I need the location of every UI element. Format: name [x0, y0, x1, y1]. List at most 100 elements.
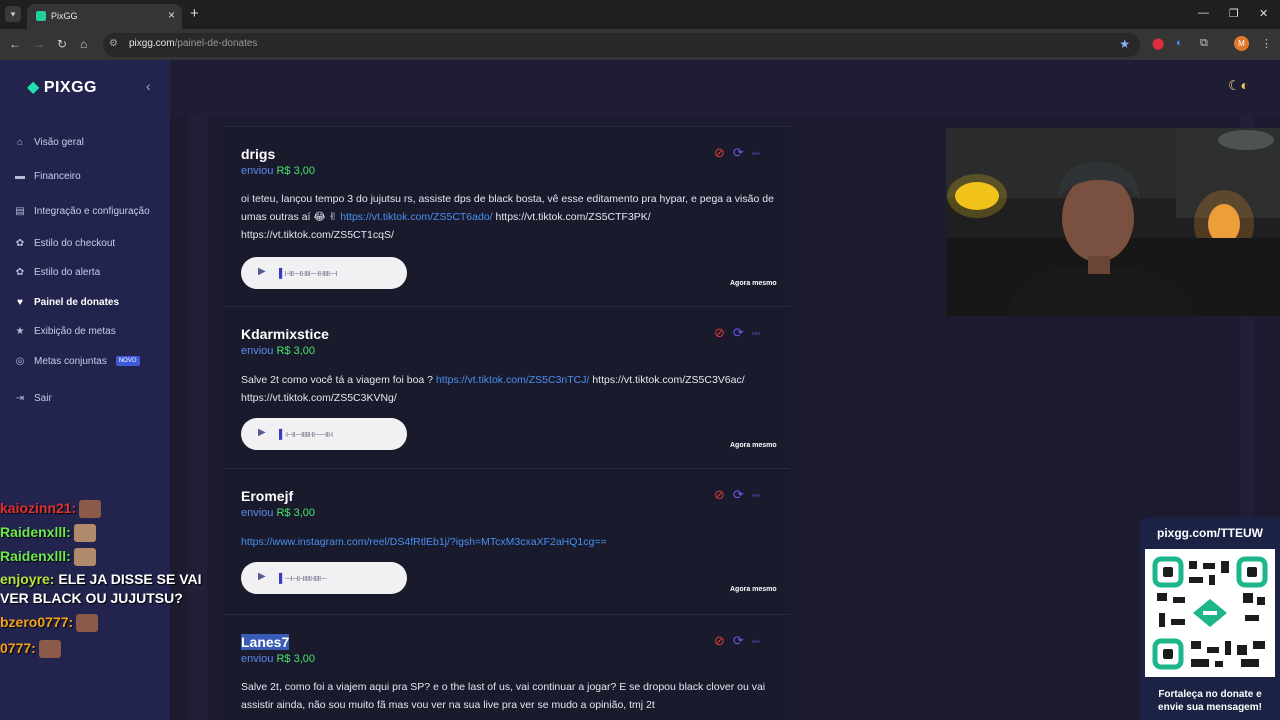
- brand-logo[interactable]: ◆ PIXGG: [27, 77, 97, 97]
- donor-name: Lanes7: [241, 634, 290, 650]
- chat-username: kaiozinn21:: [0, 500, 77, 516]
- extension-icon[interactable]: ◐: [1176, 37, 1183, 49]
- close-window-icon[interactable]: ✕: [1259, 7, 1268, 20]
- back-icon[interactable]: ←: [9, 37, 21, 51]
- waveform-icon[interactable]: ▌∙ı∙∙∙ıı∙∙∙∙ıııııı∙ıı∙∙∙∙∙∙∙ııı∙ı: [279, 429, 333, 439]
- url-text: pixgg.com/painel-de-donates: [129, 38, 257, 49]
- card-actions: ⊘ ⟳ ⏭: [714, 487, 760, 503]
- tab-title: PixGG: [51, 11, 78, 21]
- emote-icon: [73, 524, 96, 543]
- sidebar-item-label: Estilo do checkout: [34, 237, 116, 249]
- close-tab-icon[interactable]: ×: [168, 8, 175, 22]
- chat-message: kaiozinn21:: [0, 500, 102, 519]
- sidebar-item-estilo-alerta[interactable]: ✿ Estilo do alerta: [13, 263, 100, 281]
- theme-toggle-icon[interactable]: ☾◐: [1228, 77, 1249, 94]
- message-link[interactable]: https://vt.tiktok.com/ZS5CT6ado/: [340, 211, 492, 223]
- replay-icon[interactable]: ⟳: [733, 145, 744, 161]
- qr-caption-line1: Fortaleça no donate e: [1158, 689, 1262, 700]
- settings-icon: ▤: [15, 205, 25, 217]
- address-bar[interactable]: ⚙ pixgg.com/painel-de-donates ★: [103, 33, 1140, 57]
- qr-code-icon: [1145, 549, 1275, 677]
- star-icon: ★: [15, 325, 25, 337]
- block-icon[interactable]: ⊘: [714, 633, 725, 649]
- bookmark-star-icon[interactable]: ★: [1119, 37, 1130, 51]
- card-actions: ⊘ ⟳ ⏭: [714, 145, 760, 161]
- chat-username: Raidenxlll:: [0, 548, 71, 564]
- browser-tab[interactable]: PixGG ×: [27, 4, 182, 29]
- donate-feed: drigs enviou R$ 3,00 ⊘ ⟳ ⏭ oi teteu, lan…: [224, 126, 790, 720]
- donate-message: https://www.instagram.com/reel/DS4fRtlEb…: [241, 533, 781, 551]
- menu-kebab-icon[interactable]: ⋮: [1261, 37, 1272, 50]
- sidebar-item-metas-conjuntas[interactable]: ◎ Metas conjuntas NOVO: [13, 352, 140, 370]
- message-link[interactable]: https://www.instagram.com/reel/DS4fRtlEb…: [241, 536, 607, 548]
- url-host: pixgg.com: [129, 38, 175, 49]
- webcam-overlay: [946, 128, 1280, 316]
- sidebar-item-integracao[interactable]: ▤ Integração e configuração: [13, 202, 149, 220]
- donate-card: Eromejf enviou R$ 3,00 ⊘ ⟳ ⏭ https://www…: [224, 468, 790, 614]
- palette-icon: ✿: [15, 237, 25, 249]
- palette-icon: ✿: [15, 266, 25, 278]
- profile-avatar[interactable]: M: [1234, 36, 1249, 51]
- play-icon[interactable]: ▶: [258, 266, 266, 277]
- donate-message: Salve 2t como você tá a viagem foi boa ?…: [241, 371, 781, 407]
- home-icon[interactable]: ⌂: [80, 37, 87, 51]
- card-actions: ⊘ ⟳ ⏭: [714, 325, 760, 341]
- replay-icon[interactable]: ⟳: [733, 487, 744, 503]
- reload-icon[interactable]: ↻: [57, 37, 67, 51]
- minimize-icon[interactable]: —: [1198, 7, 1209, 19]
- wallet-icon: ▬: [15, 170, 25, 182]
- emote-icon: [73, 548, 96, 567]
- chat-username: 0777:: [0, 640, 36, 656]
- donor-name: Kdarmixstice: [241, 326, 329, 342]
- replay-icon[interactable]: ⟳: [733, 325, 744, 341]
- sidebar-item-sair[interactable]: ⇥ Sair: [13, 389, 52, 407]
- sidebar-item-painel-donates[interactable]: ♥ Painel de donates: [13, 293, 119, 311]
- audio-player[interactable]: ▶ ▌∙ı∙∙∙ıı∙∙∙∙ıııııı∙ıı∙∙∙∙∙∙∙ııı∙ı: [241, 418, 407, 450]
- extensions-puzzle-icon[interactable]: ⧉: [1200, 37, 1208, 50]
- donor-name: drigs: [241, 146, 276, 162]
- donate-card: drigs enviou R$ 3,00 ⊘ ⟳ ⏭ oi teteu, lan…: [224, 126, 790, 306]
- emote-icon: [79, 500, 102, 519]
- restore-icon[interactable]: ❐: [1229, 7, 1239, 20]
- sidebar-item-visao-geral[interactable]: ⌂ Visão geral: [13, 133, 84, 151]
- donate-time: Agora mesmo: [730, 442, 777, 449]
- sidebar-item-label: Metas conjuntas: [34, 355, 107, 367]
- sidebar-item-exibicao-metas[interactable]: ★ Exibição de metas: [13, 322, 116, 340]
- skip-icon[interactable]: ⏭: [752, 490, 760, 501]
- waveform-icon[interactable]: ▌∙∙∙∙ı∙∙∙ıı∙∙ıııııı∙ııııı∙∙∙∙: [279, 573, 327, 583]
- browser-toolbar: ← → ↻ ⌂ ⚙ pixgg.com/painel-de-donates ★ …: [0, 29, 1280, 60]
- collapse-sidebar-icon[interactable]: ‹: [146, 78, 151, 94]
- sent-label: enviou: [241, 165, 274, 177]
- message-link[interactable]: https://vt.tiktok.com/ZS5C3nTCJ/: [436, 374, 589, 386]
- emote-icon: [76, 614, 99, 633]
- skip-icon[interactable]: ⏭: [752, 148, 760, 159]
- donor-name: Eromejf: [241, 488, 294, 504]
- audio-player[interactable]: ▶ ▌ı∙∙ııı∙∙∙∙ıı∙ıııı∙∙∙∙∙ıı∙ııııı∙∙∙∙ı: [241, 257, 407, 289]
- extension-icon[interactable]: ⬤: [1152, 37, 1164, 50]
- play-icon[interactable]: ▶: [258, 571, 266, 582]
- new-tab-icon[interactable]: +: [190, 5, 199, 22]
- play-icon[interactable]: ▶: [258, 427, 266, 438]
- message-text: Salve 2t como você tá a viagem foi boa ?: [241, 374, 434, 386]
- block-icon[interactable]: ⊘: [714, 487, 725, 503]
- sidebar-item-label: Sair: [34, 392, 52, 404]
- block-icon[interactable]: ⊘: [714, 145, 725, 161]
- skip-icon[interactable]: ⏭: [752, 636, 760, 647]
- sidebar-item-estilo-checkout[interactable]: ✿ Estilo do checkout: [13, 234, 115, 252]
- chat-message: bzero0777:: [0, 614, 99, 633]
- sidebar-item-financeiro[interactable]: ▬ Financeiro: [13, 167, 81, 185]
- donate-amount-line: enviou R$ 3,00: [241, 345, 315, 357]
- browser-tab-bar: ▾ PixGG × + — ❐ ✕: [0, 0, 1280, 29]
- forward-icon[interactable]: →: [33, 37, 45, 51]
- tab-search-icon[interactable]: ▾: [5, 6, 21, 22]
- emote-icon: [38, 640, 61, 659]
- site-info-icon[interactable]: ⚙: [109, 38, 118, 49]
- audio-player[interactable]: ▶ ▌∙∙∙∙ı∙∙∙ıı∙∙ıııııı∙ııııı∙∙∙∙: [241, 562, 407, 594]
- skip-icon[interactable]: ⏭: [752, 328, 760, 339]
- replay-icon[interactable]: ⟳: [733, 633, 744, 649]
- brand-name: PIXGG: [43, 79, 97, 96]
- block-icon[interactable]: ⊘: [714, 325, 725, 341]
- waveform-icon[interactable]: ▌ı∙∙ııı∙∙∙∙ıı∙ıııı∙∙∙∙∙ıı∙ııııı∙∙∙∙ı: [279, 268, 338, 278]
- donate-time: Agora mesmo: [730, 280, 777, 287]
- sidebar-item-label: Visão geral: [34, 136, 84, 148]
